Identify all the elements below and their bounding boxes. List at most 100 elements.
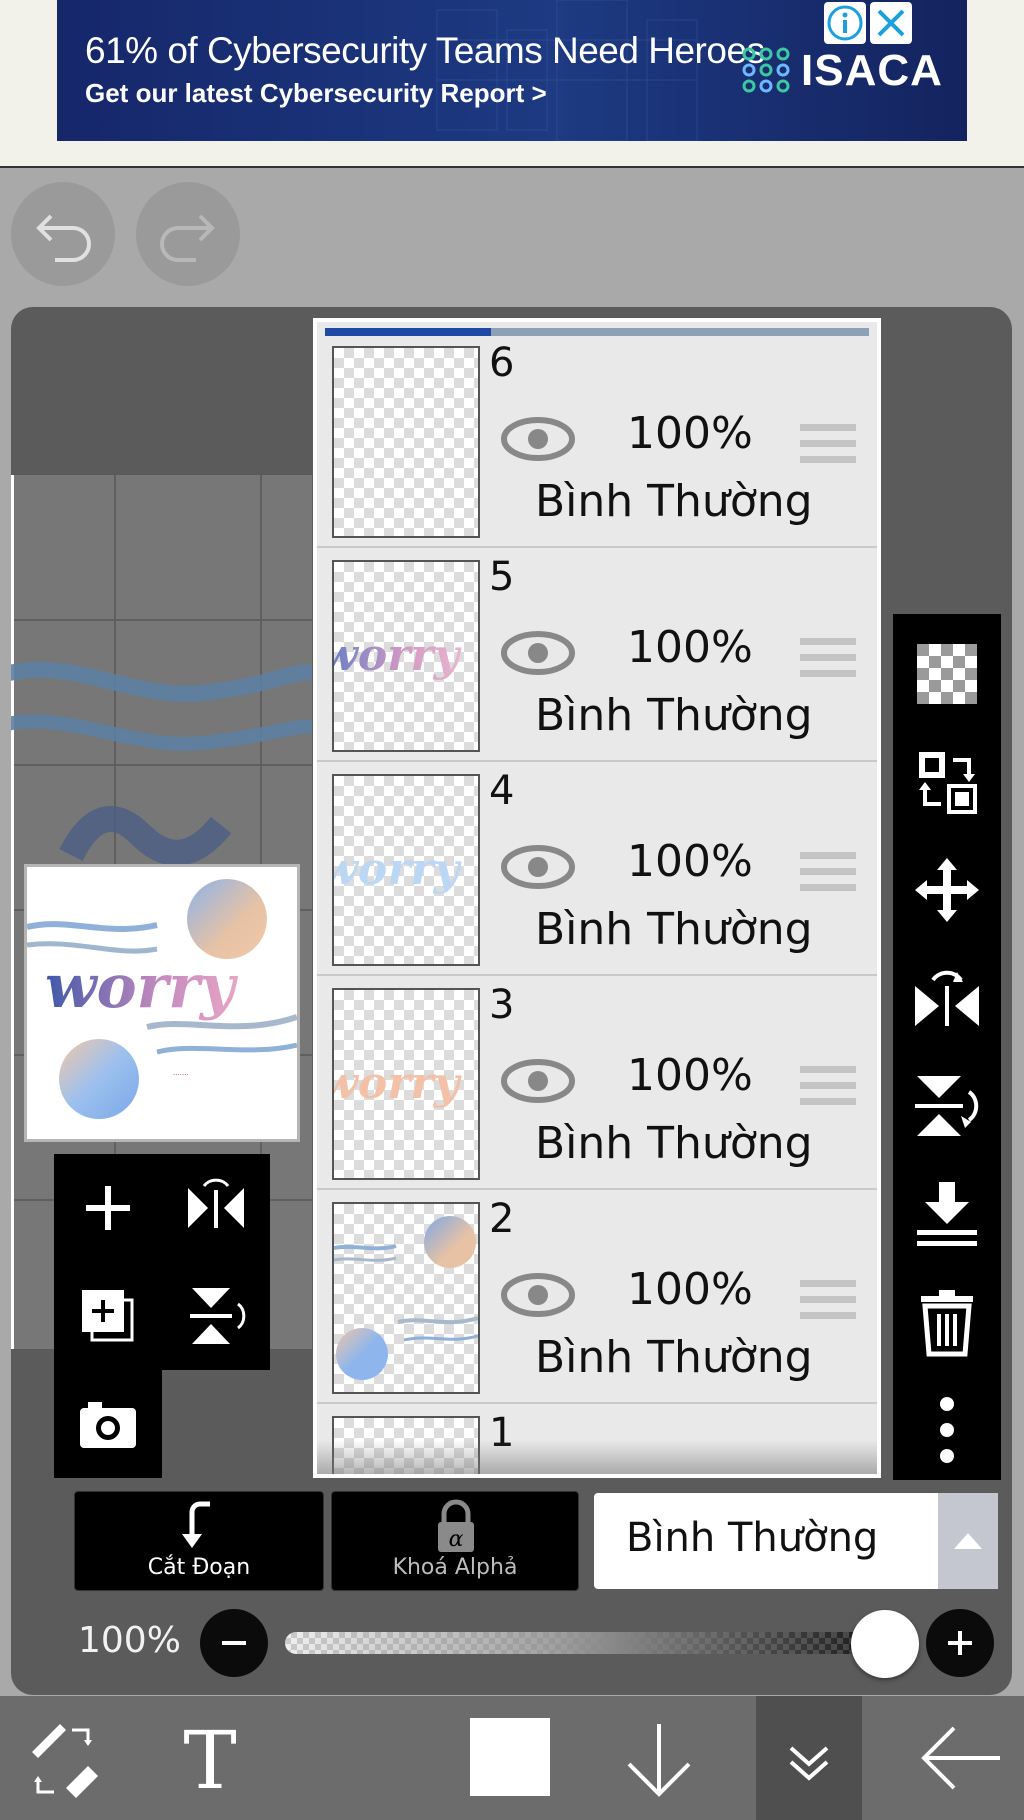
add-layer-icon [86,1186,130,1230]
redo-button[interactable] [136,182,240,286]
text-tool-icon: T [183,1714,236,1807]
plus-icon [948,1631,972,1655]
layer-row[interactable]: worry 5 100% Bình Thường [317,550,877,762]
layer-row[interactable]: worry 4 100% Bình Thường [317,764,877,976]
clipping-icon [182,1501,210,1548]
opacity-decrease-button[interactable] [200,1609,268,1677]
eye-icon[interactable] [500,844,576,890]
svg-text:T: T [183,1714,236,1807]
layer-swap-button[interactable] [907,742,987,822]
brush-eraser-swap-icon [32,1724,98,1798]
drag-handle-icon[interactable] [800,1280,856,1320]
more-icon [940,1397,954,1463]
alpha-lock-button[interactable]: α Khoá Alphả [331,1491,579,1591]
layer-blend-mode[interactable]: Bình Thường [535,690,813,741]
brush-eraser-toggle[interactable] [8,1696,118,1820]
layer-thumbnail[interactable]: worry [332,774,480,966]
layer-opacity[interactable]: 100% [627,836,753,887]
add-layer-button[interactable] [70,1170,146,1246]
alpha-lock-label: Khoá Alphả [392,1555,518,1580]
flip-layer-vertical-button[interactable] [178,1278,254,1354]
transparency-icon [917,644,977,704]
layer-number: 5 [489,554,515,600]
isaca-logo-icon [742,47,790,93]
layer-number: 6 [489,340,515,386]
ad-headline[interactable]: 61% of Cybersecurity Teams Need Heroes [85,30,765,72]
eye-icon[interactable] [500,1058,576,1104]
layer-list: 6 100% Bình Thường worry [313,318,881,1478]
transparency-button[interactable] [907,634,987,714]
layer-blend-mode[interactable]: Bình Thường [535,1118,813,1169]
layer-list-scroll[interactable]: 6 100% Bình Thường worry [317,322,877,1474]
layer-blend-mode[interactable]: Bình Thường [535,1332,813,1383]
layer-thumbnail-art: worry [334,630,463,681]
eye-icon[interactable] [500,1272,576,1318]
bottom-toolbar: T [0,1696,1024,1820]
back-button[interactable] [906,1696,1016,1820]
chevron-up-icon [954,1533,982,1549]
opacity-slider-knob[interactable] [851,1610,919,1678]
more-options-button[interactable] [907,1390,987,1470]
lock-icon: α [438,1499,474,1552]
undo-button[interactable] [11,182,115,286]
flip-vertical-icon [915,1076,979,1136]
redo-icon [160,214,215,262]
info-icon[interactable] [824,2,866,44]
flip-horizontal-icon [188,1178,244,1228]
blend-mode-dropdown[interactable] [938,1493,998,1589]
drag-handle-icon[interactable] [800,424,856,464]
layer-thumbnail-art: worry [334,844,463,895]
layer-row[interactable]: worry 3 100% Bình Thường [317,978,877,1190]
svg-text:worry: worry [334,630,463,681]
layer-blend-mode[interactable]: Bình Thường [535,904,813,955]
drag-handle-icon[interactable] [800,638,856,678]
flip-horizontal-icon [915,970,979,1026]
move-icon [915,858,979,922]
opacity-slider-track[interactable] [285,1632,889,1654]
layer-row[interactable]: 6 100% Bình Thường [317,336,877,548]
drag-handle-icon[interactable] [800,1066,856,1106]
delete-layer-button[interactable] [907,1282,987,1362]
layer-row[interactable]: 2 100% Bình Thường [317,1192,877,1404]
text-tool-button[interactable]: T [155,1696,265,1820]
merge-down-button[interactable] [907,1174,987,1254]
undo-icon [36,214,91,262]
blend-mode-value: Bình Thường [626,1515,879,1561]
move-down-button[interactable] [604,1696,714,1820]
layer-thumbnail[interactable]: worry [332,560,480,752]
flip-vertical-button[interactable] [907,1066,987,1146]
preview-artwork: worry ······· [26,879,298,1119]
ad-brand: ISACA [801,46,943,95]
color-swatch-button[interactable] [454,1696,564,1820]
layer-blend-mode[interactable]: Bình Thường [535,476,813,527]
clipping-button[interactable]: Cắt Đoạn [74,1491,324,1591]
layer-opacity[interactable]: 100% [627,1050,753,1101]
clipping-label: Cắt Đoạn [147,1555,251,1580]
duplicate-layer-button[interactable] [70,1278,146,1354]
eye-icon[interactable] [500,630,576,676]
eye-icon[interactable] [500,416,576,462]
svg-text:worry: worry [334,844,463,895]
camera-import-button[interactable] [70,1386,146,1462]
layer-thumbnail[interactable] [332,1202,480,1394]
opacity-increase-button[interactable] [926,1609,994,1677]
layer-opacity[interactable]: 100% [627,1264,753,1315]
layer-scroll-thumb[interactable] [325,328,491,336]
layer-menu-button[interactable] [756,1696,862,1820]
layer-number: 3 [489,982,515,1028]
layer-opacity[interactable]: 100% [627,622,753,673]
canvas-preview[interactable]: worry ······· [24,864,300,1142]
blend-mode-select[interactable]: Bình Thường [594,1493,998,1589]
flip-layer-horizontal-button[interactable] [178,1170,254,1246]
drag-handle-icon[interactable] [800,852,856,892]
close-icon[interactable] [870,2,912,44]
layer-opacity[interactable]: 100% [627,408,753,459]
ad-subline[interactable]: Get our latest Cybersecurity Report > [85,78,547,109]
svg-text:α: α [449,1527,464,1552]
layer-thumbnail[interactable] [332,346,480,538]
move-layer-button[interactable] [907,850,987,930]
layer-thumbnail[interactable]: worry [332,988,480,1180]
duplicate-layer-icon [82,1290,134,1342]
flip-horizontal-button[interactable] [907,958,987,1038]
layer-number: 2 [489,1196,515,1242]
